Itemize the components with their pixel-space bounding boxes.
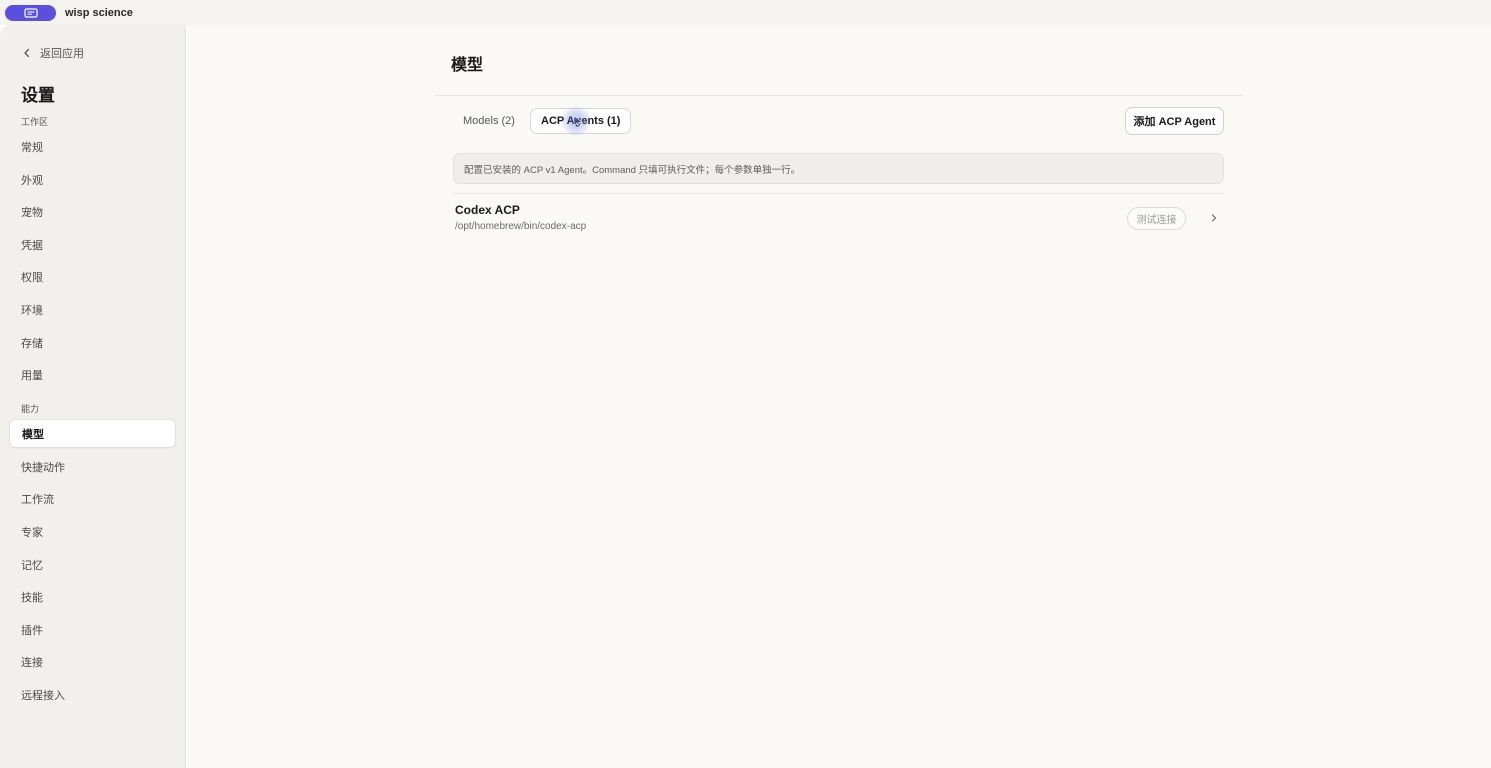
chevron-right-icon[interactable]: [1209, 213, 1219, 223]
sidebar-item-experts[interactable]: 专家: [9, 517, 176, 546]
sidebar-item-storage[interactable]: 存储: [9, 328, 176, 357]
title-bar: wisp science: [0, 0, 1491, 25]
app-name: wisp science: [65, 6, 133, 19]
app-window-icon[interactable]: [5, 4, 56, 21]
sidebar-item-permissions[interactable]: 权限: [9, 262, 176, 291]
settings-title: 设置: [21, 86, 55, 105]
section-label-workspace: 工作区: [21, 117, 49, 127]
sidebar-item-workflows[interactable]: 工作流: [9, 484, 176, 513]
info-text: 配置已安装的 ACP v1 Agent。Command 只填可执行文件；每个参数…: [464, 164, 801, 176]
section-label-capabilities: 能力: [21, 404, 40, 414]
sidebar-item-memory[interactable]: 记忆: [9, 550, 176, 579]
list-divider: [453, 193, 1224, 194]
test-connection-button[interactable]: 测试连接: [1127, 207, 1186, 230]
info-banner: 配置已安装的 ACP v1 Agent。Command 只填可执行文件；每个参数…: [453, 153, 1224, 184]
sidebar-item-appearance[interactable]: 外观: [9, 165, 176, 194]
header-divider: [435, 95, 1243, 96]
sidebar-item-remote-access[interactable]: 远程接入: [9, 680, 176, 709]
sidebar-item-usage[interactable]: 用量: [9, 360, 176, 389]
sidebar-item-credentials[interactable]: 凭据: [9, 230, 176, 259]
agent-row[interactable]: Codex ACP /opt/homebrew/bin/codex-acp 测试…: [453, 197, 1224, 241]
main-panel: 模型 Models (2) ACP Agents (1) 添加 ACP Agen…: [187, 25, 1491, 768]
sidebar-item-skills[interactable]: 技能: [9, 582, 176, 611]
back-to-app-button[interactable]: 返回应用: [21, 45, 84, 61]
tab-acp-agents[interactable]: ACP Agents (1): [530, 108, 632, 134]
sidebar-item-models[interactable]: 模型: [9, 419, 176, 448]
sidebar-item-general[interactable]: 常规: [9, 132, 176, 161]
agent-name: Codex ACP: [455, 203, 520, 217]
page-title: 模型: [451, 57, 484, 74]
chevron-left-icon: [24, 48, 30, 58]
add-acp-agent-button[interactable]: 添加 ACP Agent: [1125, 107, 1224, 135]
sidebar-item-connections[interactable]: 连接: [9, 647, 176, 676]
sidebar-item-environment[interactable]: 环境: [9, 295, 176, 324]
agent-command-path: /opt/homebrew/bin/codex-acp: [455, 221, 587, 232]
sidebar-item-pets[interactable]: 宠物: [9, 197, 176, 226]
back-label: 返回应用: [40, 48, 84, 60]
sidebar-item-plugins[interactable]: 插件: [9, 615, 176, 644]
tab-models[interactable]: Models (2): [453, 108, 525, 134]
sidebar-item-quick-actions[interactable]: 快捷动作: [9, 452, 176, 481]
settings-sidebar: 返回应用 设置 工作区 常规 外观 宠物 凭据 权限 环境 存储 用量 能力 模…: [0, 25, 186, 768]
